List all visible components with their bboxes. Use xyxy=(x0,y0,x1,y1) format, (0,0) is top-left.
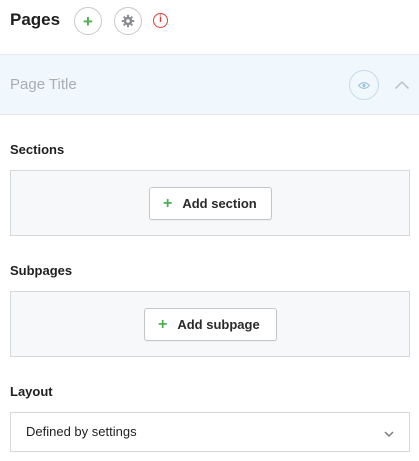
visibility-toggle-button[interactable] xyxy=(349,70,379,100)
page-title-heading: Pages xyxy=(10,10,61,29)
settings-button[interactable] xyxy=(114,7,142,35)
info-icon[interactable]: i xyxy=(153,13,168,28)
layout-selected-value: Defined by settings xyxy=(26,424,137,439)
add-section-button[interactable]: + Add section xyxy=(149,187,272,220)
add-subpage-label: Add subpage xyxy=(177,317,260,332)
gear-icon xyxy=(121,14,135,28)
collapse-button[interactable] xyxy=(391,74,413,96)
add-section-label: Add section xyxy=(182,196,257,211)
eye-icon xyxy=(358,81,370,90)
plus-icon: + xyxy=(158,315,168,333)
add-page-button[interactable]: + xyxy=(74,7,102,35)
sections-dropzone: + Add section xyxy=(10,170,410,236)
subpages-label: Subpages xyxy=(10,263,73,278)
subpages-dropzone: + Add subpage xyxy=(10,291,410,357)
chevron-up-icon xyxy=(394,80,410,90)
plus-icon: + xyxy=(163,194,173,212)
layout-label: Layout xyxy=(10,384,53,399)
pages-header: Pages + i xyxy=(0,0,419,55)
chevron-down-icon xyxy=(383,427,395,439)
page-title-input[interactable]: Page Title xyxy=(10,75,77,95)
add-subpage-button[interactable]: + Add subpage xyxy=(144,308,277,341)
page-title-row[interactable]: Page Title xyxy=(0,55,419,115)
sections-label: Sections xyxy=(10,142,65,157)
plus-icon: + xyxy=(83,11,93,31)
layout-select[interactable]: Defined by settings xyxy=(10,412,410,452)
